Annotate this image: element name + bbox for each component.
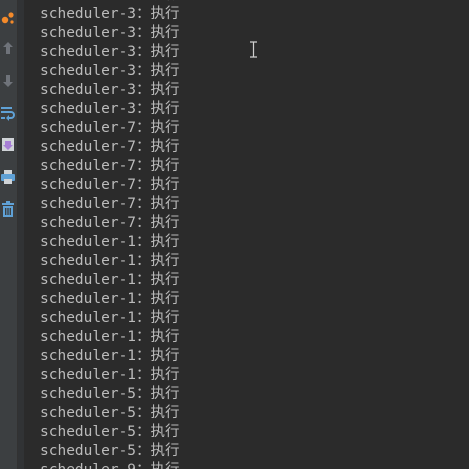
- console-line: scheduler-7：执行: [40, 215, 180, 231]
- console-line: scheduler-9：执行: [40, 461, 469, 469]
- console-line: scheduler-5：执行: [40, 424, 180, 440]
- console-line: scheduler-1：执行: [40, 291, 180, 307]
- print-icon[interactable]: [0, 168, 16, 186]
- console-window: scheduler-3：执行 scheduler-3：执行 scheduler-3：…: [0, 0, 469, 469]
- console-line: scheduler-1：执行: [40, 272, 180, 288]
- console-line: scheduler-5：执行: [40, 405, 180, 421]
- soft-wrap-icon[interactable]: [0, 104, 16, 122]
- console-line: scheduler-1：执行: [40, 310, 180, 326]
- console-line: scheduler-7：执行: [40, 158, 180, 174]
- console-line: scheduler-3：执行: [40, 101, 180, 117]
- console-line: scheduler-3：执行: [40, 82, 180, 98]
- scroll-down-icon[interactable]: [0, 72, 16, 90]
- console-line: scheduler-7：执行: [40, 139, 180, 155]
- clear-trash-icon[interactable]: [0, 200, 16, 218]
- console-line: scheduler-5：执行: [40, 443, 180, 459]
- console-line: scheduler-5：执行: [40, 386, 180, 402]
- console-line: scheduler-1：执行: [40, 234, 180, 250]
- console-line: scheduler-3：执行: [40, 63, 180, 79]
- console-line: scheduler-1：执行: [40, 367, 180, 383]
- scroll-to-end-icon[interactable]: [0, 136, 16, 154]
- run-orange-icon[interactable]: [0, 8, 16, 26]
- text-cursor-icon: [249, 41, 258, 58]
- console-output[interactable]: scheduler-3：执行 scheduler-3：执行 scheduler-3：…: [40, 0, 469, 469]
- console-side-toolbar: [0, 0, 18, 469]
- console-line: scheduler-1：执行: [40, 253, 180, 269]
- console-line: scheduler-7：执行: [40, 177, 180, 193]
- console-line: scheduler-1：执行: [40, 329, 180, 345]
- console-line: scheduler-3：执行: [40, 6, 180, 22]
- console-line: scheduler-1：执行: [40, 348, 180, 364]
- console-line: scheduler-7：执行: [40, 120, 180, 136]
- scroll-up-icon[interactable]: [0, 40, 16, 58]
- console-line: scheduler-7：执行: [40, 196, 180, 212]
- editor-gutter: [18, 0, 24, 469]
